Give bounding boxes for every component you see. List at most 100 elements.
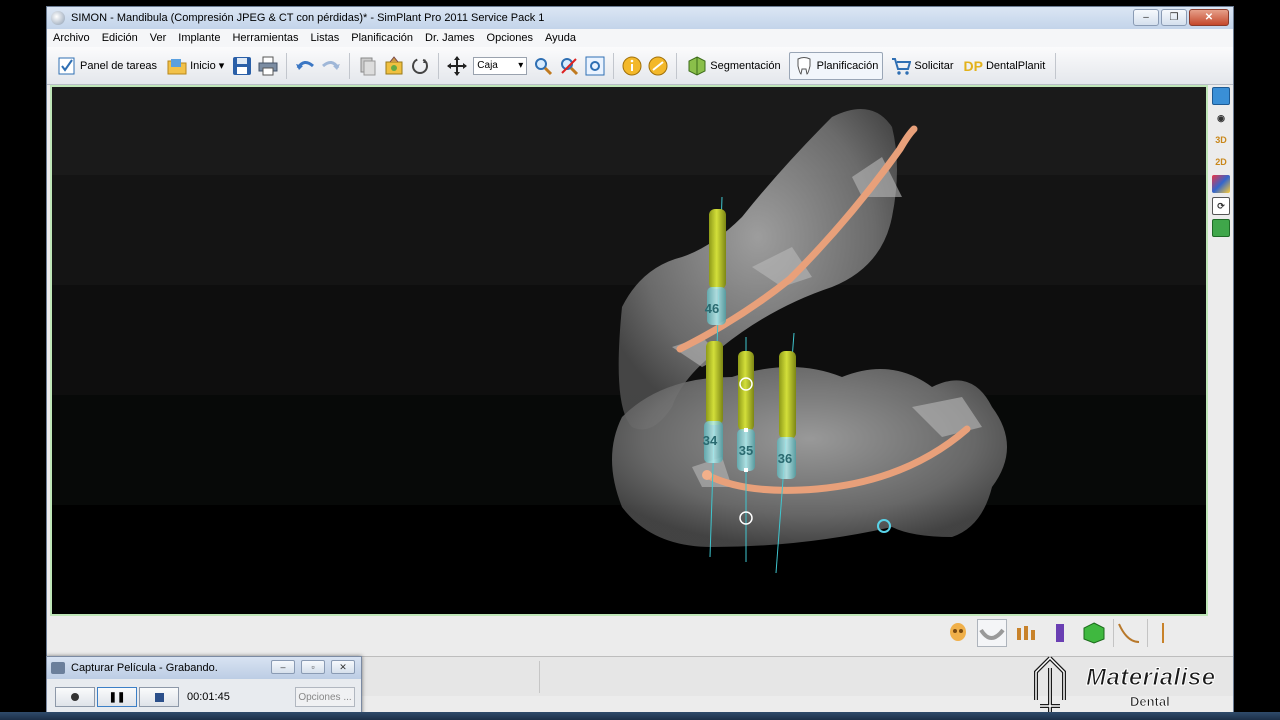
toolbar-separator [613, 52, 615, 79]
toolbar-separator [349, 52, 351, 79]
menu-herramientas[interactable]: Herramientas [232, 32, 298, 44]
implant-36-body [779, 351, 796, 439]
menu-planificacion[interactable]: Planificación [351, 32, 413, 44]
implant-label-34: 34 [702, 433, 718, 448]
cart-icon [891, 56, 912, 76]
capture-elapsed-time: 00:01:45 [187, 691, 230, 703]
menu-implante[interactable]: Implante [178, 32, 220, 44]
inicio-label: Inicio [190, 59, 216, 72]
capture-movie-window: Capturar Película - Grabando. – ▫ ✕ ❚❚ 0… [46, 656, 362, 720]
segmentacion-button[interactable]: Segmentación [685, 52, 782, 80]
dp-logo-icon: DP [963, 57, 983, 74]
view-3d-icon[interactable]: 3D [1212, 131, 1230, 149]
simplant-window: SIMON - Mandibula (Compresión JPEG & CT … [46, 6, 1234, 720]
record-button[interactable] [55, 687, 95, 707]
panel-tareas-button[interactable]: Panel de tareas [55, 52, 159, 80]
info-icon[interactable] [622, 56, 642, 76]
menu-edicion[interactable]: Edición [102, 32, 138, 44]
pause-icon: ❚❚ [108, 691, 126, 703]
capture-window-controls: – ▫ ✕ [271, 660, 355, 674]
redo-icon[interactable] [321, 56, 341, 76]
menu-dr-james[interactable]: Dr. James [425, 32, 475, 44]
implant-label-36: 36 [777, 451, 793, 466]
save-icon[interactable] [232, 56, 252, 76]
minimize-button[interactable]: – [1133, 9, 1159, 26]
object-toolbar [943, 619, 1177, 647]
title-bar: SIMON - Mandibula (Compresión JPEG & CT … [47, 7, 1233, 29]
toolbar-separator [438, 52, 440, 79]
menu-bar: Archivo Edición Ver Implante Herramienta… [47, 29, 1233, 47]
mandible-model [612, 109, 1007, 574]
toolbar-separator [286, 52, 288, 79]
print-icon[interactable] [258, 56, 278, 76]
close-button[interactable]: ✕ [1189, 9, 1229, 26]
window-controls: – ❐ ✕ [1133, 9, 1229, 26]
undo-icon[interactable] [295, 56, 315, 76]
chevron-down-icon: ▾ [218, 60, 225, 72]
pan-icon[interactable] [447, 55, 468, 76]
maximize-button[interactable]: ❐ [1161, 9, 1187, 26]
mode-select[interactable]: Caja ▾ [473, 56, 528, 75]
pause-button[interactable]: ❚❚ [97, 687, 137, 707]
solicitar-label: Solicitar [914, 59, 954, 72]
nerve-start-marker [702, 470, 712, 480]
green-cube-icon[interactable] [1212, 219, 1230, 237]
panel-tareas-label: Panel de tareas [80, 59, 158, 72]
mandible-body [612, 367, 1007, 547]
implants-icon[interactable] [1011, 619, 1041, 647]
segmentation-cube-icon [687, 55, 707, 76]
skull-icon[interactable] [943, 619, 973, 647]
measure-icon[interactable] [648, 56, 668, 76]
checklist-icon [57, 56, 77, 76]
record-icon [71, 693, 79, 701]
stop-button[interactable] [139, 687, 179, 707]
handle-point [744, 468, 748, 472]
3d-viewport[interactable]: 46 34 35 36 [50, 85, 1208, 616]
green-object-icon[interactable] [1079, 619, 1109, 647]
mode-select-value: Caja [477, 60, 498, 71]
line-icon[interactable] [1147, 619, 1177, 647]
inicio-button[interactable]: Inicio ▾ [165, 52, 226, 80]
capture-minimize-button[interactable]: – [271, 660, 295, 674]
implant-46-body [709, 209, 726, 289]
planificacion-label: Planificación [816, 59, 879, 72]
menu-ver[interactable]: Ver [150, 32, 167, 44]
handle-point [744, 428, 748, 432]
main-toolbar: Panel de tareas Inicio ▾ Caja ▾ Segmenta… [47, 47, 1233, 85]
copy-icon[interactable] [358, 56, 378, 76]
menu-listas[interactable]: Listas [311, 32, 340, 44]
stop-icon [154, 692, 164, 702]
visibility-eye-icon[interactable]: ◉ [1212, 109, 1230, 127]
toolbar-separator [676, 52, 678, 79]
capture-close-button[interactable]: ✕ [331, 660, 355, 674]
reset-view-icon[interactable]: ⟳ [1212, 197, 1230, 215]
planificacion-button[interactable]: Planificación [788, 51, 884, 80]
screenshot-icon[interactable] [384, 55, 404, 76]
view-2d-icon[interactable]: 2D [1212, 153, 1230, 171]
window-title: SIMON - Mandibula (Compresión JPEG & CT … [71, 12, 545, 24]
capture-controls: ❚❚ 00:01:45 [55, 687, 230, 707]
zoom-icon[interactable] [533, 56, 553, 76]
menu-opciones[interactable]: Opciones [487, 32, 533, 44]
zoom-reset-icon[interactable] [559, 56, 579, 76]
materialise-sub: Dental [1130, 694, 1170, 710]
dentalplanit-button[interactable]: DP DentalPlanit [962, 52, 1048, 80]
implant-34-body [706, 341, 723, 425]
solicitar-button[interactable]: Solicitar [889, 52, 955, 80]
view-side-panel: ◉ 3D 2D ⟳ [1210, 87, 1232, 267]
curve-icon[interactable] [1113, 619, 1143, 647]
view-layout-icon[interactable] [1212, 87, 1230, 105]
rotate-icon[interactable] [410, 56, 430, 76]
materialise-logo: Materialise Dental [1020, 654, 1230, 716]
menu-archivo[interactable]: Archivo [53, 32, 90, 44]
fit-view-icon[interactable] [585, 56, 605, 76]
capture-options-button[interactable]: Opciones ... [295, 687, 355, 707]
mandible-icon[interactable] [977, 619, 1007, 647]
color-cube-icon[interactable] [1212, 175, 1230, 193]
menu-ayuda[interactable]: Ayuda [545, 32, 576, 44]
folder-icon [167, 56, 187, 76]
capture-restore-button[interactable]: ▫ [301, 660, 325, 674]
segmentacion-label: Segmentación [710, 59, 781, 72]
purple-object-icon[interactable] [1045, 619, 1075, 647]
toolbar-separator [1055, 52, 1057, 79]
